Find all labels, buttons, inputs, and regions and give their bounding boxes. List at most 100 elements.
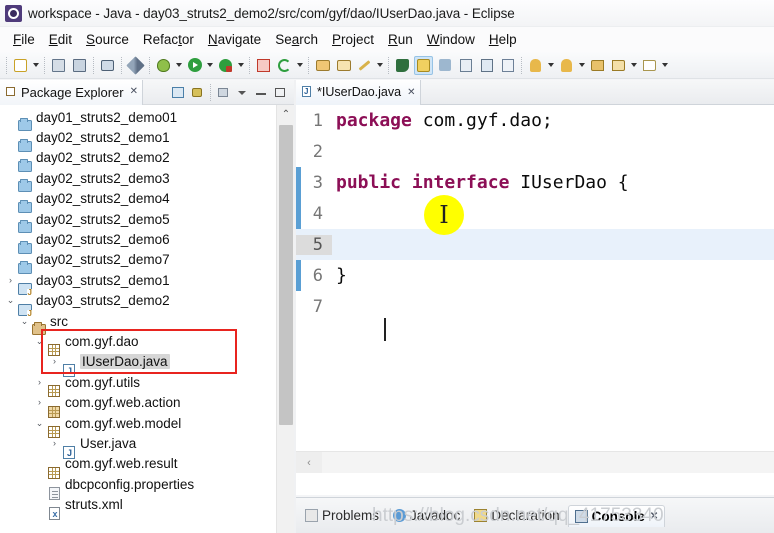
next-annotation-icon[interactable]	[435, 56, 454, 75]
close-icon[interactable]: ✕	[130, 87, 138, 97]
next-edit-icon[interactable]	[557, 56, 576, 75]
focus-on-active-task-icon[interactable]	[215, 84, 232, 101]
document-icon-2[interactable]	[477, 56, 496, 75]
refresh-icon[interactable]	[275, 56, 294, 75]
tab-package-explorer[interactable]: Package Explorer ✕	[0, 79, 144, 105]
document-icon-1[interactable]	[456, 56, 475, 75]
project-tree[interactable]: day01_struts2_demo01 day02_struts2_demo1 d…	[0, 105, 276, 533]
menu-source[interactable]: Source	[79, 30, 136, 49]
view-menu-icon[interactable]	[234, 84, 251, 101]
package-explorer-scrollbar[interactable]: ⌃	[276, 105, 295, 533]
bottom-tab-javadoc[interactable]: Javadoc	[387, 505, 466, 526]
tree-item[interactable]: ⌄ day03_struts2_demo2	[0, 291, 276, 318]
new-wizard-icon[interactable]	[11, 56, 30, 75]
tree-item[interactable]: day02_struts2_demo3	[0, 168, 276, 193]
external-tools-icon[interactable]	[216, 56, 235, 75]
bottom-tab-declaration[interactable]: Declaration	[468, 505, 565, 526]
tree-item[interactable]: day02_struts2_demo7	[0, 250, 276, 274]
scrollbar-thumb[interactable]	[279, 125, 293, 425]
open-type-icon[interactable]	[313, 56, 332, 75]
close-icon[interactable]: ✕	[650, 511, 658, 522]
run-icon[interactable]	[185, 56, 204, 75]
tree-item[interactable]: struts.xml	[0, 494, 276, 521]
tree-item[interactable]: com.gyf.web.result	[0, 454, 276, 479]
coverage-icon[interactable]	[254, 56, 273, 75]
code-line[interactable]: 4	[296, 198, 774, 229]
run-dropdown-arrow[interactable]	[205, 56, 215, 75]
close-icon[interactable]: ✕	[407, 87, 415, 98]
menu-refactor[interactable]: Refactor	[136, 30, 201, 49]
scrollbar-track[interactable]	[322, 451, 774, 473]
tree-item[interactable]: › IUserDao.java	[0, 352, 276, 378]
forward-outline-icon[interactable]	[640, 56, 659, 75]
tree-item[interactable]: day02_struts2_demo4	[0, 189, 276, 213]
menu-window[interactable]: Window	[420, 30, 482, 49]
menu-navigate[interactable]: Navigate	[201, 30, 268, 49]
code-line[interactable]: 5	[296, 229, 774, 260]
maximize-icon[interactable]	[272, 84, 289, 101]
minimize-icon[interactable]	[253, 84, 270, 101]
tree-item[interactable]: day02_struts2_demo5	[0, 209, 276, 234]
code-line[interactable]: 2	[296, 136, 774, 167]
back-icon[interactable]	[588, 56, 607, 75]
bottom-tab-problems[interactable]: Problems	[299, 505, 385, 526]
menu-edit[interactable]: Edit	[42, 30, 79, 49]
tab-iuserdao-java[interactable]: J *IUserDao.java ✕	[296, 79, 422, 105]
code-line[interactable]: 7	[296, 291, 774, 322]
perspective-icon[interactable]	[393, 56, 412, 75]
code-editor[interactable]: 1 package com.gyf.dao; 2 3 public interface …	[296, 105, 774, 473]
expand-arrow-down-icon[interactable]: ⌄	[4, 296, 17, 305]
document-icon-3[interactable]	[498, 56, 517, 75]
menu-file[interactable]: File	[6, 30, 42, 49]
pencil-icon[interactable]	[126, 55, 145, 75]
previous-edit-dropdown-arrow[interactable]	[546, 56, 556, 75]
tree-item[interactable]: day01_struts2_demo01	[0, 107, 276, 132]
next-edit-dropdown-arrow[interactable]	[577, 56, 587, 75]
scroll-up-arrow[interactable]: ⌃	[277, 105, 295, 123]
tree-item[interactable]: ⌄ com.gyf.web.model	[0, 413, 276, 439]
tree-item[interactable]: › com.gyf.web.action	[0, 392, 276, 418]
tree-item[interactable]: ⌄ src	[0, 311, 276, 336]
expand-arrow-right-icon[interactable]: ›	[33, 377, 46, 387]
open-resource-icon[interactable]	[334, 56, 353, 75]
collapse-all-icon[interactable]	[170, 84, 187, 101]
print-icon[interactable]	[98, 56, 117, 75]
wand-dropdown-arrow[interactable]	[375, 56, 385, 75]
menu-help[interactable]: Help	[482, 30, 524, 49]
link-with-editor-icon[interactable]	[189, 84, 206, 101]
expand-arrow-down-icon[interactable]: ⌄	[18, 316, 31, 326]
forward-dropdown-arrow[interactable]	[629, 56, 639, 75]
java-perspective-icon[interactable]	[414, 55, 433, 75]
menu-search[interactable]: Search	[268, 30, 325, 49]
expand-arrow-right-icon[interactable]: ›	[48, 438, 61, 448]
debug-icon[interactable]	[154, 56, 173, 75]
external-tools-dropdown-arrow[interactable]	[236, 56, 246, 75]
expand-arrow-right-icon[interactable]: ›	[33, 398, 46, 407]
tree-item[interactable]: day02_struts2_demo6	[0, 229, 276, 254]
save-all-icon[interactable]	[70, 56, 89, 75]
expand-arrow-down-icon[interactable]: ⌄	[33, 336, 46, 346]
expand-arrow-right-icon[interactable]: ›	[48, 357, 61, 366]
menu-run[interactable]: Run	[381, 30, 420, 49]
tree-item[interactable]: day02_struts2_demo1	[0, 127, 276, 152]
code-line[interactable]: 6}	[296, 260, 774, 291]
new-dropdown-arrow[interactable]	[31, 56, 41, 75]
tree-item[interactable]: day02_struts2_demo2	[0, 148, 276, 172]
expand-arrow-down-icon[interactable]: ⌄	[33, 418, 46, 428]
debug-dropdown-arrow[interactable]	[174, 56, 184, 75]
tree-item[interactable]: › User.java	[0, 433, 276, 459]
code-line[interactable]: 1 package com.gyf.dao;	[296, 105, 774, 136]
menu-project[interactable]: Project	[325, 30, 381, 49]
code-line[interactable]: 3 public interface IUserDao {	[296, 167, 774, 198]
scroll-left-arrow[interactable]: ‹	[296, 451, 322, 473]
save-icon[interactable]	[49, 56, 68, 75]
wand-icon[interactable]	[355, 56, 374, 75]
expand-arrow-right-icon[interactable]: ›	[4, 275, 17, 285]
previous-edit-icon[interactable]	[526, 56, 545, 75]
refresh-dropdown-arrow[interactable]	[295, 56, 305, 75]
tree-item[interactable]: › day03_struts2_demo1	[0, 270, 276, 298]
forward-outline-dropdown-arrow[interactable]	[660, 56, 670, 75]
bottom-tab-console[interactable]: Console ✕	[567, 504, 666, 527]
tree-item[interactable]: dbcpconfig.properties	[0, 474, 276, 500]
editor-horizontal-scrollbar[interactable]: ‹	[296, 451, 774, 473]
